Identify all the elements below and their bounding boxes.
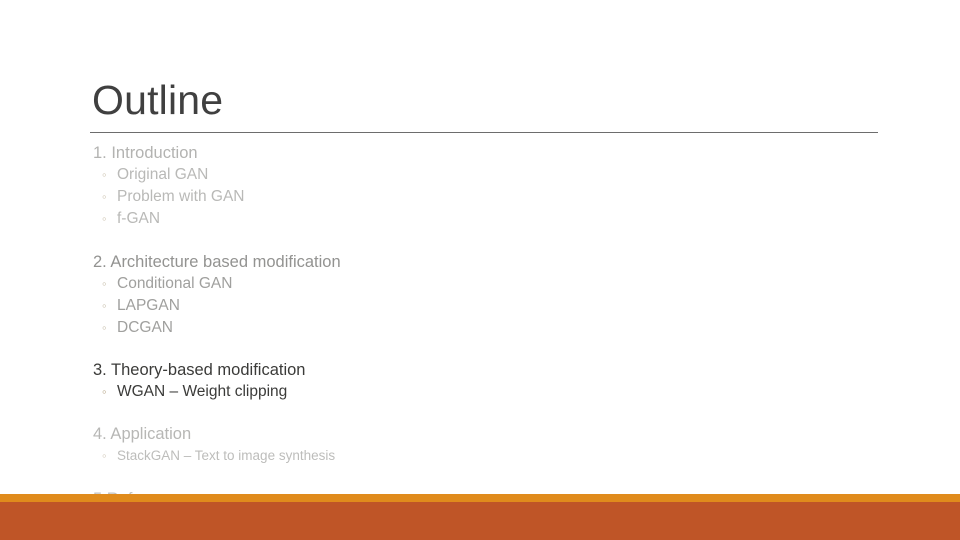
list-item-label: Original GAN	[117, 166, 209, 183]
title-block: Outline	[90, 77, 878, 134]
list-item: ◦ f-GAN	[90, 208, 890, 230]
footer-band	[0, 502, 960, 540]
outline-body: 1. Introduction ◦ Original GAN ◦ Problem…	[90, 143, 890, 516]
list-item: ◦ WGAN – Weight clipping	[90, 381, 890, 403]
circle-bullet-icon: ◦	[102, 211, 107, 226]
footer-accent-band	[0, 494, 960, 502]
outline-section-4: 4. Application ◦ StackGAN – Text to imag…	[90, 424, 890, 467]
title-divider	[90, 132, 878, 134]
section-heading-3: 3. Theory-based modification	[93, 361, 306, 379]
list-item-label: Conditional GAN	[117, 275, 233, 292]
circle-bullet-icon: ◦	[102, 320, 107, 335]
outline-section-2: 2. Architecture based modification ◦ Con…	[90, 252, 890, 339]
list-item-label: StackGAN – Text to image synthesis	[117, 448, 336, 463]
section-heading-1: 1. Introduction	[93, 144, 198, 162]
circle-bullet-icon: ◦	[102, 384, 107, 399]
circle-bullet-icon: ◦	[102, 298, 107, 313]
outline-section-1: 1. Introduction ◦ Original GAN ◦ Problem…	[90, 143, 890, 230]
circle-bullet-icon: ◦	[102, 448, 107, 463]
list-item: ◦ Original GAN	[90, 164, 890, 186]
section-heading-2: 2. Architecture based modification	[93, 253, 341, 271]
slide: Outline 1. Introduction ◦ Original GAN ◦…	[0, 0, 960, 540]
list-item-label: DCGAN	[117, 319, 173, 336]
list-item: ◦ Conditional GAN	[90, 273, 890, 295]
list-item-label: f-GAN	[117, 210, 161, 227]
list-item-label: WGAN – Weight clipping	[117, 383, 288, 400]
circle-bullet-icon: ◦	[102, 167, 107, 182]
section-heading-4: 4. Application	[93, 425, 192, 443]
list-item-label: LAPGAN	[117, 297, 180, 314]
list-item-label: Problem with GAN	[117, 188, 245, 205]
list-item: ◦ DCGAN	[90, 317, 890, 339]
list-item: ◦ LAPGAN	[90, 295, 890, 317]
circle-bullet-icon: ◦	[102, 276, 107, 291]
circle-bullet-icon: ◦	[102, 189, 107, 204]
list-item: ◦ StackGAN – Text to image synthesis	[90, 445, 890, 467]
page-title: Outline	[92, 77, 224, 123]
list-item: ◦ Problem with GAN	[90, 186, 890, 208]
outline-section-3: 3. Theory-based modification ◦ WGAN – We…	[90, 360, 890, 403]
